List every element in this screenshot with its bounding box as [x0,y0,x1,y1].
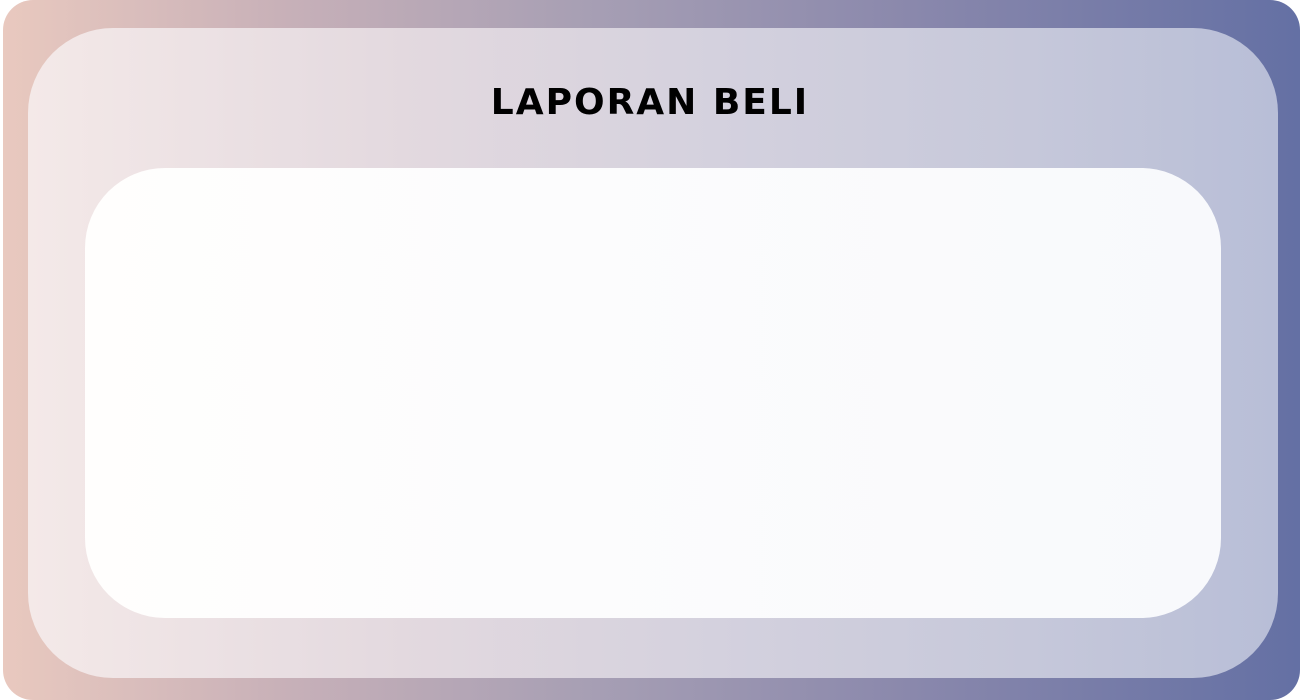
page-title: LAPORAN BELI [490,82,810,123]
report-content-area [85,168,1221,618]
